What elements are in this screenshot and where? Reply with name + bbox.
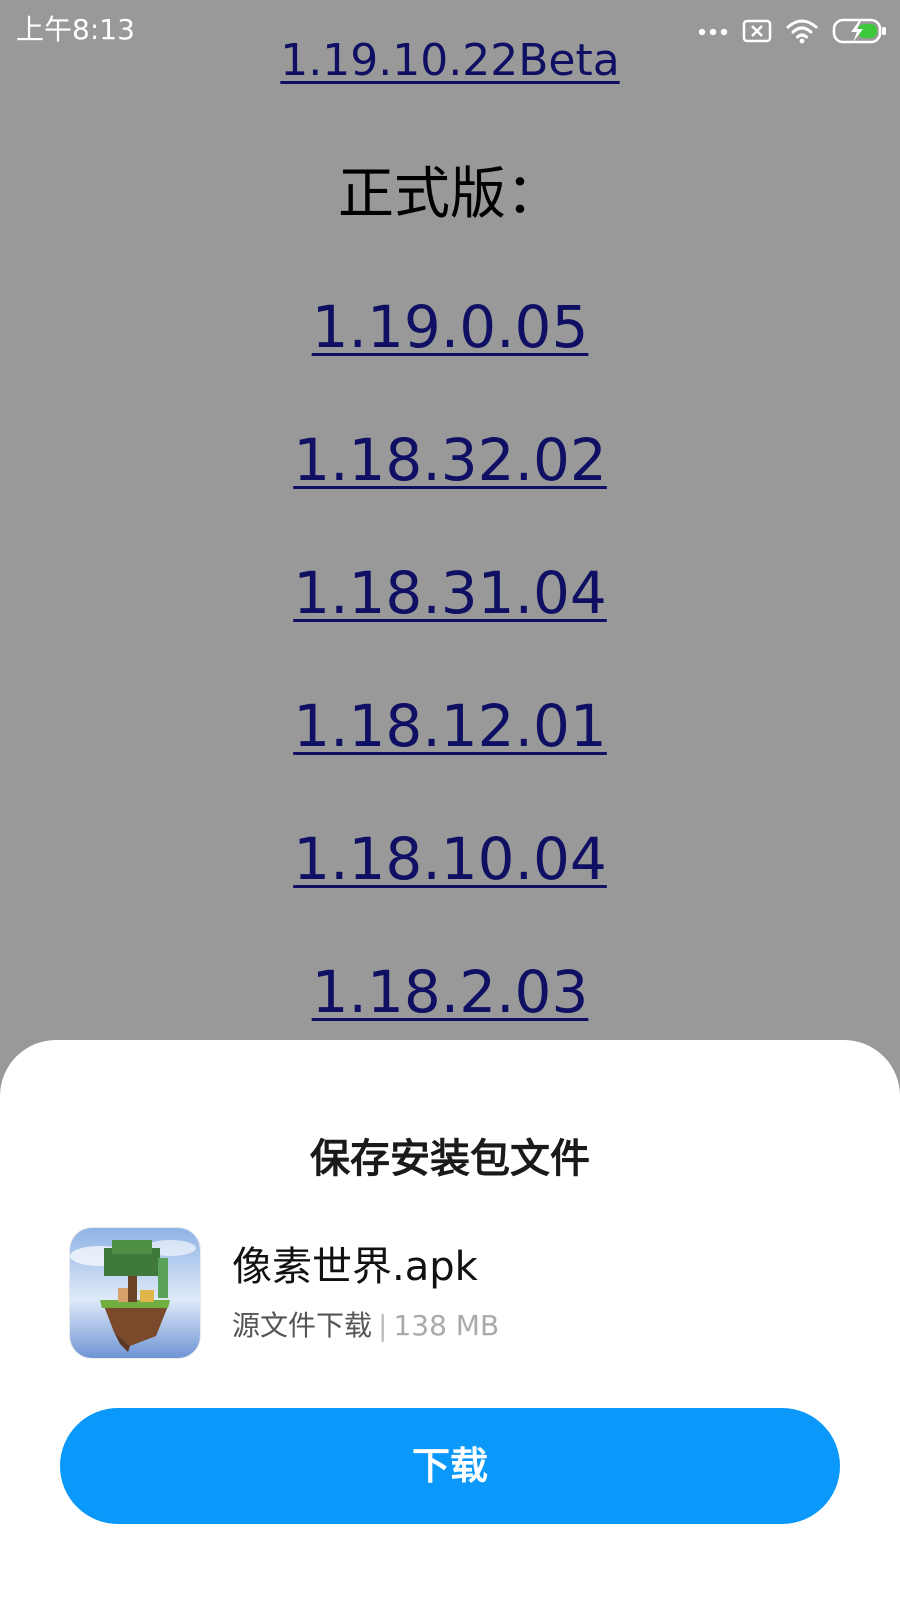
status-bar: 上午8:13: [0, 0, 900, 62]
status-time: 上午8:13: [16, 13, 135, 46]
file-name: 像素世界.apk: [232, 1244, 478, 1290]
download-button[interactable]: 下载: [60, 1408, 840, 1524]
battery-charging-icon: [832, 17, 888, 45]
save-package-sheet: 保存安装包文件 像素世界.apk 源文件下载 | 138 MB 下载: [0, 1040, 900, 1600]
sheet-title: 保存安装包文件: [310, 1136, 590, 1182]
status-icons: [698, 14, 888, 48]
meta-separator: |: [378, 1309, 388, 1342]
more-dots-icon: [698, 26, 728, 36]
wifi-icon: [786, 18, 818, 44]
file-size: 138 MB: [393, 1309, 500, 1342]
sim-blocked-icon: [742, 19, 772, 43]
file-meta: 源文件下载 | 138 MB: [232, 1308, 499, 1344]
app-icon: [70, 1228, 200, 1358]
file-source: 源文件下载: [232, 1309, 373, 1342]
